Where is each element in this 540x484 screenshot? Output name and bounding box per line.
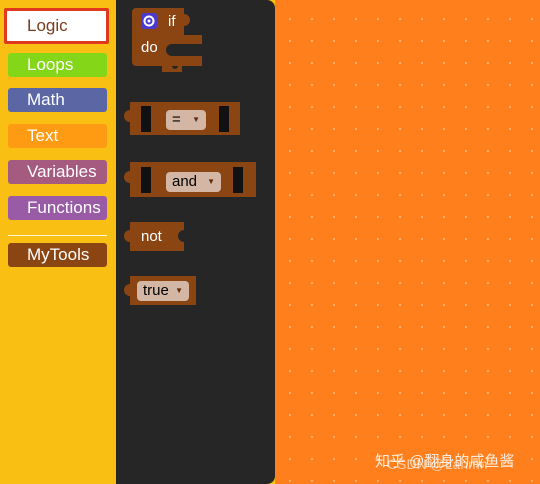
compare-operator-value: =: [172, 111, 181, 128]
category-variables[interactable]: Variables: [8, 160, 107, 184]
category-logic[interactable]: Logic: [4, 8, 109, 44]
not-label: not: [141, 228, 162, 245]
block-flyout[interactable]: if do = ▼ and ▼ not true ▼: [116, 0, 275, 484]
category-text[interactable]: Text: [8, 124, 107, 148]
logic-operator-value: and: [172, 173, 198, 190]
boolean-value-dropdown[interactable]: true ▼: [137, 281, 189, 301]
do-label: do: [141, 39, 158, 56]
boolean-value: true: [143, 282, 169, 299]
toolbox-separator: [8, 235, 107, 236]
toolbox: Logic Loops Math Text Variables Function…: [0, 0, 116, 484]
gear-icon: [143, 15, 155, 27]
category-functions[interactable]: Functions: [8, 196, 107, 220]
dropdown-arrow-icon: ▼: [175, 286, 183, 295]
mutator-gear-icon[interactable]: [141, 13, 157, 29]
workspace-canvas[interactable]: 知乎 @翻身的咸鱼酱 CSDN @Lahmn: [275, 0, 540, 484]
category-mytools[interactable]: MyTools: [8, 243, 107, 267]
category-loops[interactable]: Loops: [8, 53, 107, 77]
if-label: if: [168, 13, 176, 30]
category-math[interactable]: Math: [8, 88, 107, 112]
compare-operator-dropdown[interactable]: = ▼: [166, 110, 206, 130]
dropdown-arrow-icon: ▼: [207, 177, 215, 186]
dropdown-arrow-icon: ▼: [192, 115, 200, 124]
watermark-csdn: CSDN @Lahmn: [387, 456, 488, 472]
logic-operator-dropdown[interactable]: and ▼: [166, 172, 221, 192]
